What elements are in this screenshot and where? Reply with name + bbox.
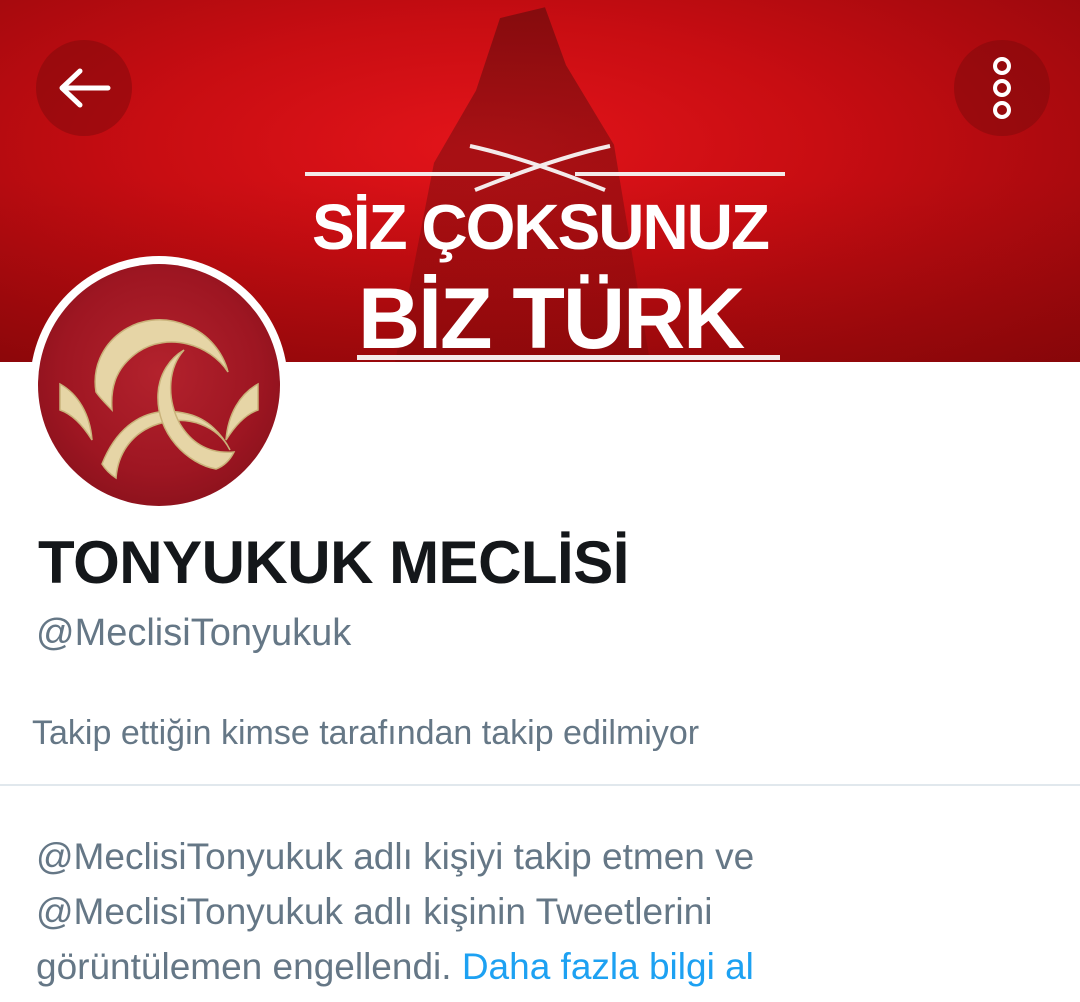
learn-more-link[interactable]: Daha fazla bilgi al bbox=[462, 946, 754, 987]
profile-avatar-frame[interactable] bbox=[30, 256, 288, 514]
banner-headline: SİZ ÇOKSUNUZ bbox=[312, 191, 770, 263]
followers-you-know-text: Takip ettiğin kimse tarafından takip edi… bbox=[32, 714, 700, 752]
vertical-dots-icon bbox=[993, 57, 1011, 119]
blocked-notice-line: görüntülemen engellendi. Daha fazla bilg… bbox=[36, 939, 1056, 994]
crossed-swords-icon bbox=[469, 144, 611, 192]
divider bbox=[0, 784, 1080, 786]
banner-rule-bottom bbox=[357, 355, 780, 360]
blocked-notice-line: @MeclisiTonyukuk adlı kişiyi takip etmen… bbox=[36, 836, 755, 877]
blocked-notice: @MeclisiTonyukuk adlı kişiyi takip etmen… bbox=[36, 829, 1056, 994]
arrow-left-icon bbox=[59, 68, 111, 108]
banner-subheadline: BİZ TÜRK bbox=[358, 271, 745, 362]
avatar bbox=[38, 264, 280, 506]
blocked-notice-text: görüntülemen engellendi. bbox=[36, 946, 462, 987]
back-button[interactable] bbox=[36, 40, 132, 136]
triple-crescent-emblem-icon bbox=[59, 319, 259, 480]
blocked-notice-line: @MeclisiTonyukuk adlı kişinin Tweetlerin… bbox=[36, 891, 713, 932]
profile-handle: @MeclisiTonyukuk bbox=[36, 612, 352, 654]
more-options-button[interactable] bbox=[954, 40, 1050, 136]
profile-display-name: TONYUKUK MECLİSİ bbox=[38, 529, 629, 596]
